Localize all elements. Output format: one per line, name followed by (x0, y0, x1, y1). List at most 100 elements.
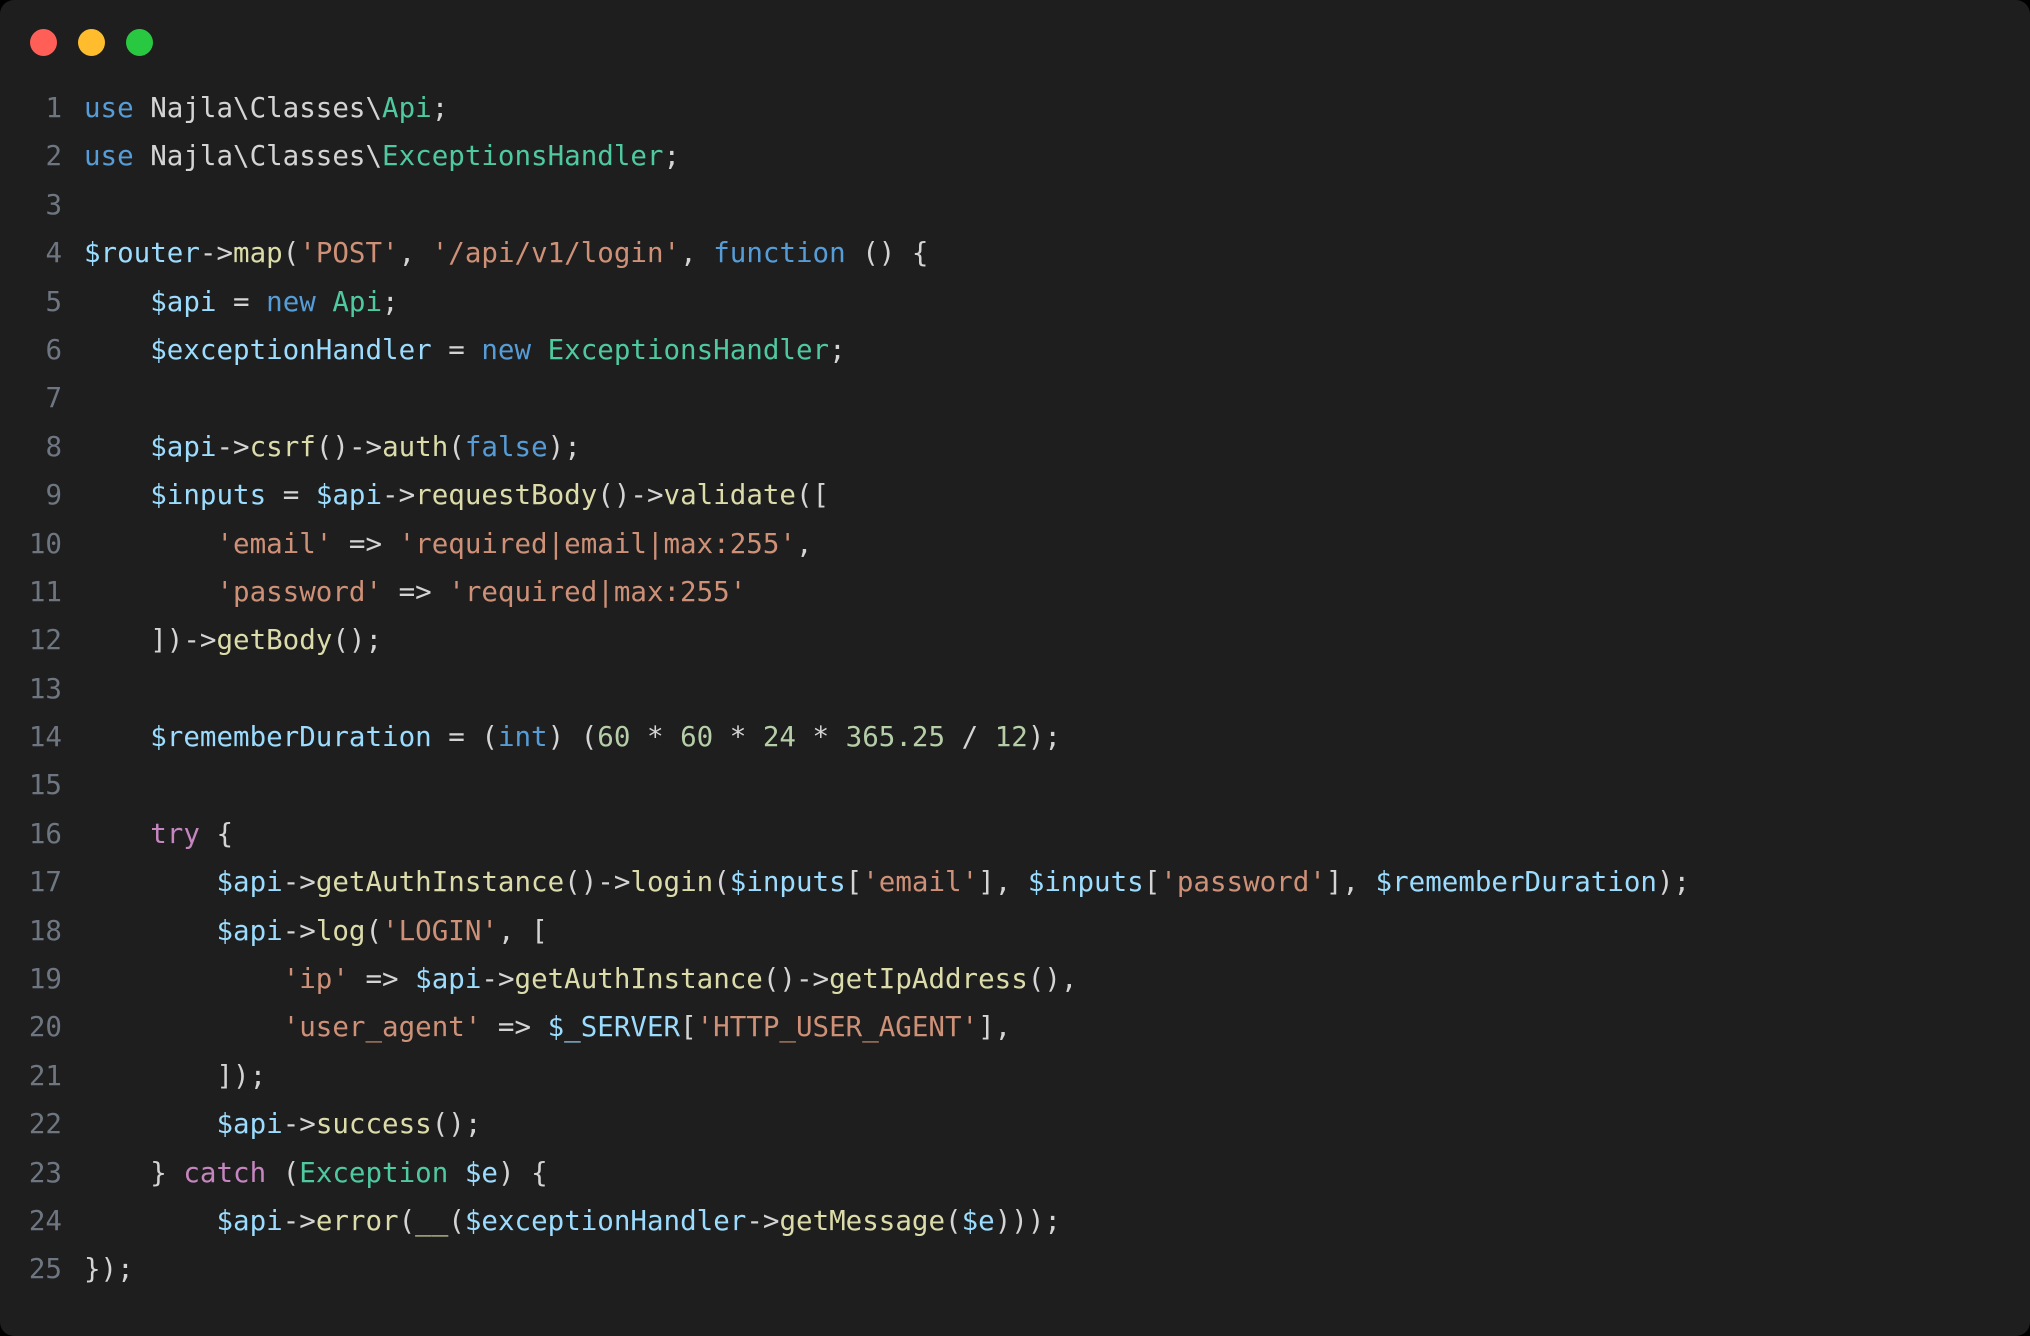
line-content[interactable]: 'user_agent' => $_SERVER['HTTP_USER_AGEN… (84, 1011, 1012, 1044)
code-editor-content[interactable]: 1 use Najla\Classes\Api; 2 use Najla\Classe… (0, 84, 2030, 1294)
token-plain: Najla\Classes\ (133, 140, 383, 173)
token-var: $api (315, 479, 383, 512)
token-plain: } (84, 1156, 184, 1189)
line-content[interactable]: try { (84, 818, 233, 850)
token-str: 'password' (216, 575, 383, 608)
line-content[interactable]: use Najla\Classes\Api; (84, 92, 448, 124)
token-plain: ( (713, 866, 730, 899)
token-num: 365.25 (845, 721, 946, 754)
token-kw: new (481, 333, 532, 366)
token-fn: getMessage (779, 1204, 946, 1237)
line-content[interactable]: ]); (84, 1060, 266, 1092)
token-plain: * (796, 721, 846, 754)
token-var: $inputs (1027, 866, 1144, 899)
line-content[interactable]: $api->success(); (84, 1108, 481, 1140)
line-content[interactable]: use Najla\Classes\ExceptionsHandler; (84, 140, 680, 172)
token-plain: / (945, 721, 995, 754)
token-fn: login (630, 866, 714, 899)
token-plain: -> (282, 1204, 316, 1237)
token-plain: (), (1027, 963, 1078, 996)
token-str: 'email' (862, 866, 979, 899)
code-line: 2 use Najla\Classes\ExceptionsHandler; (0, 132, 2030, 180)
token-var: $api (150, 285, 217, 318)
line-content[interactable]: $rememberDuration = (int) (60 * 60 * 24 … (84, 721, 1061, 753)
token-var: $api (415, 963, 482, 996)
token-str: 'email' (216, 527, 333, 560)
code-line: 11 'password' => 'required|max:255' (0, 568, 2030, 616)
token-var: $rememberDuration (150, 721, 432, 754)
token-str: 'required|email|max:255' (398, 527, 796, 560)
token-plain: ()-> (315, 430, 383, 463)
token-kw: int (497, 721, 548, 754)
line-number: 9 (45, 479, 62, 512)
token-fn: getBody (216, 624, 333, 657)
token-var: $api (216, 866, 283, 899)
line-content[interactable]: $router->map('POST', '/api/v1/login', fu… (84, 237, 928, 269)
line-content[interactable]: 'password' => 'required|max:255' (84, 576, 746, 608)
token-fn: getIpAddress (829, 963, 1028, 996)
token-plain: => (382, 575, 449, 608)
line-number: 7 (45, 382, 62, 415)
code-line: 18 $api->log('LOGIN', [ (0, 907, 2030, 955)
close-window-button[interactable] (30, 28, 57, 56)
token-fn: requestBody (415, 479, 598, 512)
token-plain: () { (845, 237, 929, 270)
token-plain: ()-> (762, 963, 830, 996)
token-var: $api (150, 430, 217, 463)
line-content[interactable]: $api->csrf()->auth(false); (84, 431, 581, 463)
token-str: 'password' (1160, 866, 1326, 899)
token-plain: -> (199, 237, 234, 270)
token-var: $api (216, 1108, 283, 1141)
token-num: 24 (762, 721, 796, 754)
token-plain: (); (332, 624, 383, 657)
token-str: 'user_agent' (282, 1011, 482, 1044)
line-content[interactable]: $api = new Api; (84, 285, 398, 318)
line-content[interactable]: $api->log('LOGIN', [ (84, 914, 547, 947)
line-number: 15 (28, 769, 62, 802)
line-content[interactable]: }); (84, 1253, 134, 1285)
token-plain: ], (1325, 866, 1376, 899)
code-line: 14 $rememberDuration = (int) (60 * 60 * … (0, 713, 2030, 761)
line-content[interactable]: 'ip' => $api->getAuthInstance()->getIpAd… (84, 963, 1078, 996)
token-plain: ( (266, 1156, 300, 1189)
token-plain: ( (365, 914, 383, 947)
minimize-window-button[interactable] (78, 28, 105, 56)
token-var: $api (216, 1204, 283, 1237)
window-titlebar (0, 0, 2030, 84)
token-plain: [ (680, 1011, 697, 1044)
line-content[interactable]: $api->error(__($exceptionHandler->getMes… (84, 1205, 1061, 1237)
token-kw: false (464, 430, 548, 463)
token-plain: ( (282, 237, 300, 270)
line-number: 4 (45, 237, 62, 270)
line-number: 19 (28, 963, 62, 996)
line-content[interactable]: } catch (Exception $e) { (84, 1156, 547, 1189)
token-plain: [ (845, 866, 863, 899)
code-line: 10 'email' => 'required|email|max:255', (0, 520, 2030, 568)
code-line: 7 (0, 374, 2030, 422)
line-number: 22 (28, 1108, 62, 1141)
maximize-window-button[interactable] (126, 28, 153, 56)
token-str: 'POST' (299, 237, 399, 270)
line-number: 3 (45, 188, 62, 221)
token-plain: { (199, 817, 234, 850)
token-str: 'ip' (282, 963, 349, 996)
code-line: 17 $api->getAuthInstance()->login($input… (0, 858, 2030, 906)
token-fn: log (315, 914, 366, 947)
token-plain: = ( (431, 721, 498, 754)
line-content[interactable]: ])->getBody(); (84, 624, 382, 656)
line-content[interactable]: 'email' => 'required|email|max:255', (84, 527, 812, 560)
token-var: $exceptionHandler (464, 1204, 747, 1237)
token-plain: ([ (795, 479, 830, 512)
token-fn: error (315, 1204, 399, 1237)
token-plain: = (431, 333, 482, 366)
token-plain: ; (663, 140, 681, 173)
line-content[interactable]: $inputs = $api->requestBody()->validate(… (84, 479, 829, 511)
token-str: 'required|max:255' (448, 575, 747, 608)
token-var: $api (216, 914, 283, 947)
line-content[interactable]: $api->getAuthInstance()->login($inputs['… (84, 866, 1690, 898)
line-content[interactable]: $exceptionHandler = new ExceptionsHandle… (84, 333, 845, 366)
token-plain: ( (448, 430, 465, 463)
